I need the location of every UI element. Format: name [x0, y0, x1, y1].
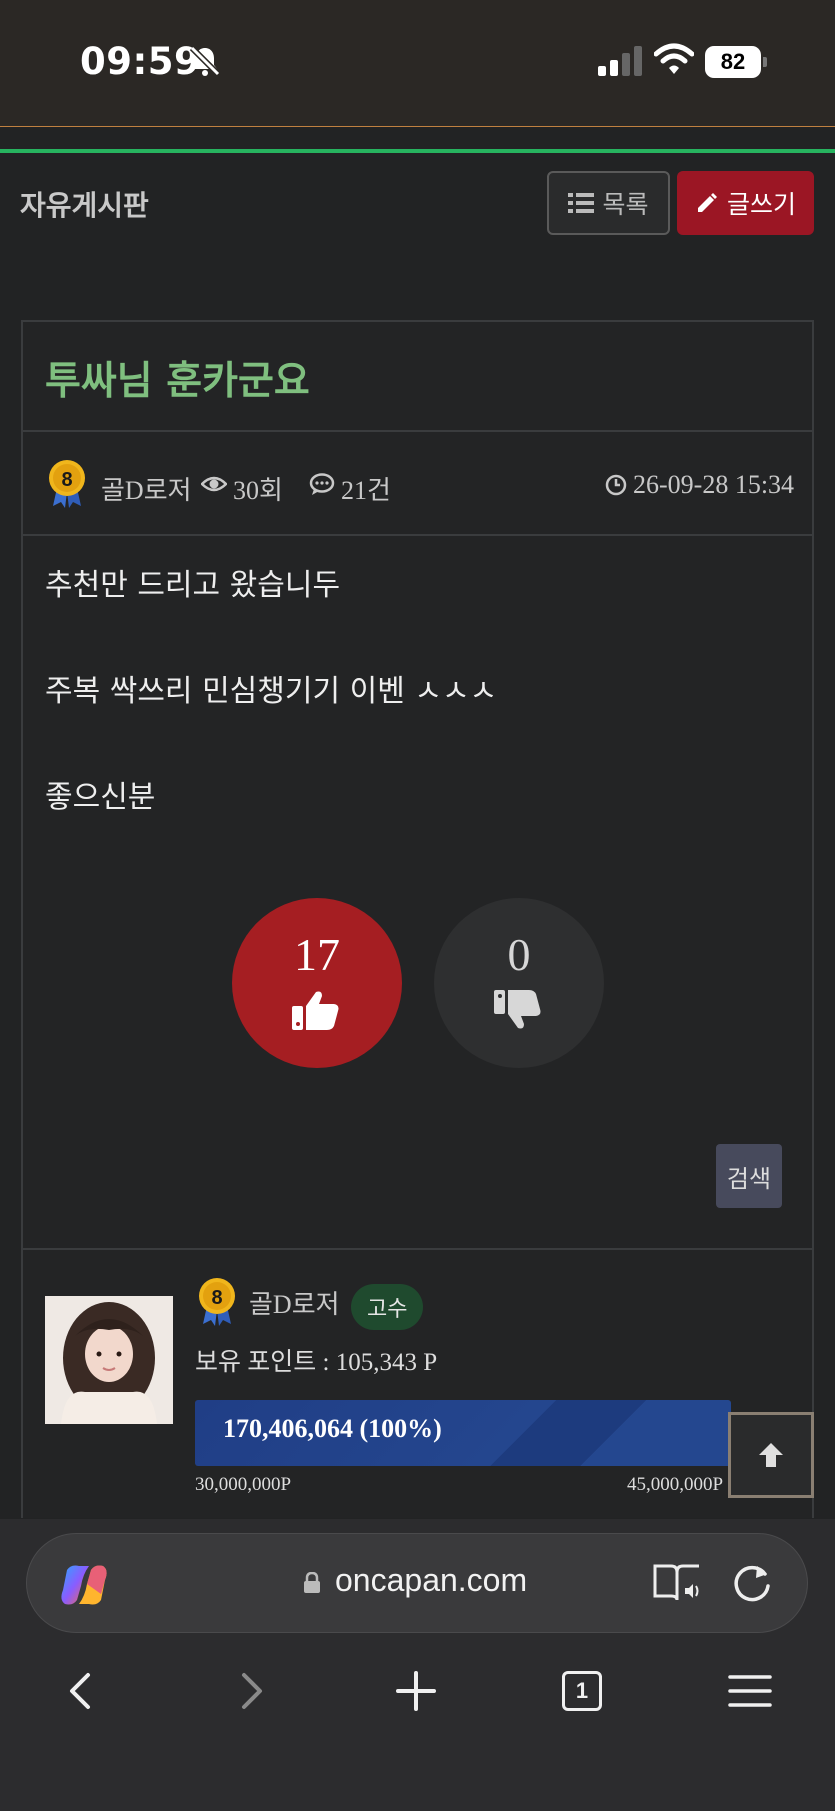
wifi-icon — [654, 43, 694, 74]
post-views: 30회 — [233, 476, 283, 505]
bell-slash-icon — [189, 45, 221, 77]
author-avatar[interactable] — [45, 1296, 173, 1424]
menu-icon[interactable] — [728, 1669, 772, 1713]
forward-icon[interactable] — [228, 1669, 272, 1713]
search-button[interactable]: 검색 — [716, 1144, 782, 1208]
post-comments: 21건 — [341, 476, 391, 505]
address-bar[interactable]: oncapan.com — [26, 1533, 808, 1633]
progress-range-min: 30,000,000P — [195, 1474, 292, 1495]
post-content-line: 좋으신분 — [45, 780, 156, 815]
progress-range-max: 45,000,000P — [627, 1474, 724, 1495]
post-card: 투싸님 훈카군요 8 골D로저 30회 21건 26-09-28 15:34 추… — [21, 320, 814, 1250]
downvote-button[interactable]: 0 — [434, 898, 604, 1068]
upvote-count: 17 — [294, 929, 340, 980]
post-meta: 8 골D로저 30회 21건 26-09-28 15:34 — [23, 432, 812, 536]
write-button-label: 글쓰기 — [726, 190, 796, 219]
thumbs-down-icon — [494, 990, 541, 1029]
author-card: 8 골D로저 고수 보유 포인트 : 105,343 P 170,406,064… — [21, 1248, 814, 1518]
reader-mode-icon[interactable] — [653, 1562, 701, 1604]
battery-level: 82 — [720, 49, 746, 74]
new-tab-icon[interactable] — [394, 1669, 438, 1713]
pencil-icon — [697, 193, 717, 212]
post-title-row: 투싸님 훈카군요 — [23, 322, 812, 432]
scroll-to-top-button[interactable] — [728, 1412, 814, 1498]
reload-icon[interactable] — [731, 1562, 773, 1604]
progress-label: 170,406,064 (100%) — [223, 1414, 442, 1443]
post-author[interactable]: 골D로저 — [101, 470, 192, 507]
board-title[interactable]: 자유게시판 — [20, 184, 149, 224]
list-icon — [568, 193, 595, 213]
url-text[interactable]: oncapan.com — [335, 1562, 527, 1599]
downvote-count: 0 — [507, 929, 531, 980]
author-name[interactable]: 골D로저 — [249, 1284, 340, 1321]
post-content-line: 추천만 드리고 왔습니두 — [45, 568, 341, 603]
level-medal-icon: 8 — [49, 460, 85, 508]
post-datetime: 26-09-28 15:34 — [633, 470, 795, 499]
accent-divider — [0, 149, 835, 153]
comment-icon — [309, 473, 335, 495]
author-points: 보유 포인트 : 105,343 P — [195, 1349, 438, 1376]
battery-indicator: 82 — [705, 46, 767, 78]
browser-toolbar: oncapan.com 1 — [0, 1519, 835, 1811]
copilot-icon[interactable] — [59, 1564, 109, 1606]
list-button[interactable]: 목록 — [547, 171, 670, 235]
write-button[interactable]: 글쓰기 — [677, 171, 814, 235]
tabs-button[interactable]: 1 — [562, 1671, 602, 1711]
post-content-line: 주복 싹쓰리 민심챙기기 이벤 ㅅㅅㅅ — [45, 674, 498, 709]
upvote-button[interactable]: 17 — [232, 898, 402, 1068]
tab-count: 1 — [575, 1678, 589, 1703]
list-button-label: 목록 — [602, 190, 649, 219]
eye-icon — [201, 476, 227, 492]
cellular-signal-icon — [598, 46, 642, 76]
post-level: 8 — [61, 469, 72, 491]
post-title: 투싸님 훈카군요 — [45, 359, 310, 404]
lock-icon — [304, 1572, 320, 1593]
experience-progress-bar: 170,406,064 (100%) — [195, 1400, 731, 1466]
status-time: 09:59 — [80, 40, 201, 83]
arrow-up-icon — [759, 1443, 783, 1467]
author-level-medal-icon: 8 — [199, 1278, 235, 1326]
thumbs-up-icon — [292, 991, 339, 1030]
author-level: 8 — [211, 1287, 222, 1309]
clock-icon — [605, 474, 627, 496]
status-bar: 09:59 82 — [0, 0, 835, 127]
back-icon[interactable] — [60, 1669, 104, 1713]
rank-badge: 고수 — [351, 1284, 424, 1330]
